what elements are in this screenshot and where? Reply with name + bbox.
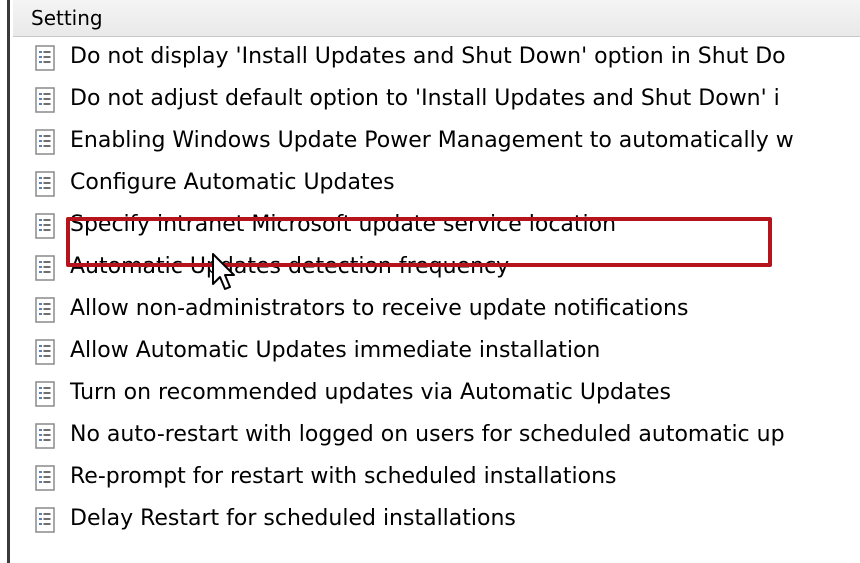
setting-row[interactable]: Allow Automatic Updates immediate instal… <box>13 331 860 373</box>
policy-document-icon <box>35 381 55 407</box>
column-header-label: Setting <box>31 6 103 30</box>
setting-label: Do not display 'Install Updates and Shut… <box>70 44 786 69</box>
policy-document-icon <box>35 45 55 71</box>
policy-document-icon <box>35 507 55 533</box>
setting-row[interactable]: Re-prompt for restart with scheduled ins… <box>13 457 860 499</box>
policy-document-icon <box>35 297 55 323</box>
policy-document-icon <box>35 339 55 365</box>
policy-document-icon <box>35 87 55 113</box>
policy-document-icon <box>35 255 55 281</box>
setting-row[interactable]: Allow non-administrators to receive upda… <box>13 289 860 331</box>
setting-row[interactable]: Automatic Updates detection frequency <box>13 247 860 289</box>
setting-label: Enabling Windows Update Power Management… <box>70 128 794 153</box>
pane-splitter[interactable] <box>0 0 10 563</box>
mouse-cursor-icon <box>211 252 237 292</box>
setting-row[interactable]: Do not adjust default option to 'Install… <box>13 79 860 121</box>
setting-row[interactable]: Configure Automatic Updates <box>13 163 860 205</box>
setting-label: Specify intranet Microsoft update servic… <box>70 212 617 237</box>
setting-row-selected[interactable]: Specify intranet Microsoft update servic… <box>13 205 860 247</box>
setting-label: Re-prompt for restart with scheduled ins… <box>70 464 617 489</box>
settings-list: Do not display 'Install Updates and Shut… <box>13 37 860 541</box>
setting-row[interactable]: No auto-restart with logged on users for… <box>13 415 860 457</box>
setting-row[interactable]: Delay Restart for scheduled installation… <box>13 499 860 541</box>
setting-label: Allow non-administrators to receive upda… <box>70 296 689 321</box>
policy-document-icon <box>35 465 55 491</box>
setting-label: Delay Restart for scheduled installation… <box>70 506 516 531</box>
setting-label: Configure Automatic Updates <box>70 170 395 195</box>
setting-label: Automatic Updates detection frequency <box>70 254 510 279</box>
setting-label: Allow Automatic Updates immediate instal… <box>70 338 601 363</box>
setting-label: No auto-restart with logged on users for… <box>70 422 785 447</box>
policy-document-icon <box>35 171 55 197</box>
setting-row[interactable]: Do not display 'Install Updates and Shut… <box>13 37 860 79</box>
policy-document-icon <box>35 129 55 155</box>
setting-row[interactable]: Turn on recommended updates via Automati… <box>13 373 860 415</box>
setting-label: Do not adjust default option to 'Install… <box>70 86 780 111</box>
setting-row[interactable]: Enabling Windows Update Power Management… <box>13 121 860 163</box>
policy-document-icon <box>35 213 55 239</box>
setting-label: Turn on recommended updates via Automati… <box>70 380 672 405</box>
policy-document-icon <box>35 423 55 449</box>
column-header-setting[interactable]: Setting <box>13 0 860 37</box>
